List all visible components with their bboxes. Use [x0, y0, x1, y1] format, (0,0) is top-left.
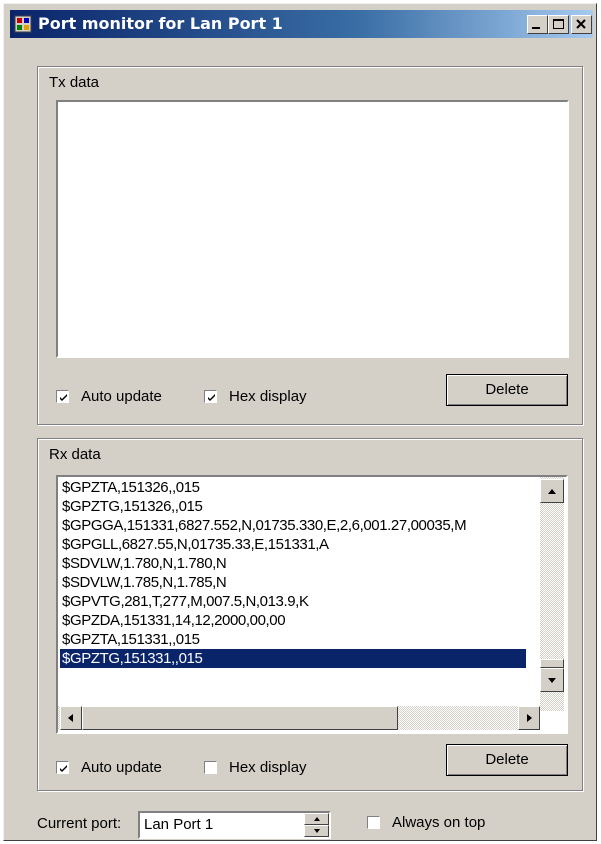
scroll-left-button[interactable] — [60, 706, 82, 730]
list-item[interactable]: $GPZTA,151331,,015 — [62, 630, 200, 649]
rx-delete-button[interactable]: Delete — [446, 744, 568, 776]
rx-data-listbox[interactable]: $GPZTA,151326,,015 $GPZTG,151326,,015 $G… — [56, 475, 568, 734]
tx-hex-display-label[interactable]: Hex display — [229, 388, 307, 405]
checkmark-icon — [60, 765, 67, 772]
rx-auto-update-checkbox[interactable] — [56, 761, 69, 774]
scroll-right-button[interactable] — [518, 706, 540, 730]
scroll-down-button[interactable] — [540, 668, 564, 692]
tx-hex-display-checkbox[interactable] — [204, 390, 217, 403]
app-icon — [14, 15, 32, 33]
tx-group-label: Tx data — [47, 74, 102, 91]
checkmark-icon — [60, 394, 67, 401]
arrow-right-icon — [527, 714, 532, 722]
tx-auto-update-label[interactable]: Auto update — [81, 388, 162, 405]
horizontal-scroll-thumb[interactable] — [82, 706, 398, 730]
list-item-selected[interactable]: $GPZTG,151331,,015 — [60, 649, 526, 668]
tx-auto-update-checkbox[interactable] — [56, 390, 69, 403]
close-button[interactable] — [571, 15, 592, 34]
tx-data-listbox[interactable] — [56, 100, 569, 358]
spin-down-button[interactable] — [304, 825, 329, 837]
rx-group-label: Rx data — [47, 446, 103, 463]
arrow-up-icon — [548, 489, 556, 494]
rx-hex-display-checkbox[interactable] — [204, 761, 217, 774]
arrow-left-icon — [68, 714, 73, 722]
arrow-up-icon — [314, 817, 320, 821]
rx-hex-display-label[interactable]: Hex display — [229, 759, 307, 776]
arrow-down-icon — [548, 678, 556, 683]
list-item[interactable]: $GPZDA,151331,14,12,2000,00,00 — [62, 611, 286, 630]
tx-delete-button[interactable]: Delete — [446, 374, 568, 406]
arrow-down-icon — [314, 829, 320, 833]
list-item[interactable]: $SDVLW,1.785,N,1.785,N — [62, 573, 227, 592]
window-title: Port monitor for Lan Port 1 — [38, 14, 283, 33]
minimize-icon — [532, 27, 540, 29]
list-item[interactable]: $GPZTG,151326,,015 — [62, 497, 203, 516]
list-item[interactable]: $GPZTA,151326,,015 — [62, 478, 200, 497]
always-on-top-checkbox[interactable] — [367, 816, 380, 829]
maximize-icon — [553, 19, 564, 29]
list-item[interactable]: $GPVTG,281,T,277,M,007.5,N,013.9,K — [62, 592, 309, 611]
list-item[interactable]: $GPGLL,6827.55,N,01735.33,E,151331,A — [62, 535, 329, 554]
list-item[interactable]: $GPGGA,151331,6827.552,N,01735.330,E,2,6… — [62, 516, 467, 535]
checkmark-icon — [208, 394, 215, 401]
minimize-button[interactable] — [527, 15, 548, 34]
current-port-label: Current port: — [37, 815, 122, 832]
always-on-top-label[interactable]: Always on top — [392, 814, 485, 831]
title-bar[interactable]: Port monitor for Lan Port 1 — [10, 10, 593, 38]
spin-up-button[interactable] — [304, 813, 329, 825]
scroll-up-button[interactable] — [540, 479, 564, 503]
current-port-value[interactable]: Lan Port 1 — [144, 816, 213, 833]
rx-auto-update-label[interactable]: Auto update — [81, 759, 162, 776]
vertical-scroll-thumb[interactable] — [540, 659, 564, 668]
close-icon — [576, 19, 586, 29]
list-item[interactable]: $SDVLW,1.780,N,1.780,N — [62, 554, 227, 573]
maximize-button[interactable] — [548, 15, 569, 34]
current-port-spinbox[interactable]: Lan Port 1 — [138, 811, 331, 839]
